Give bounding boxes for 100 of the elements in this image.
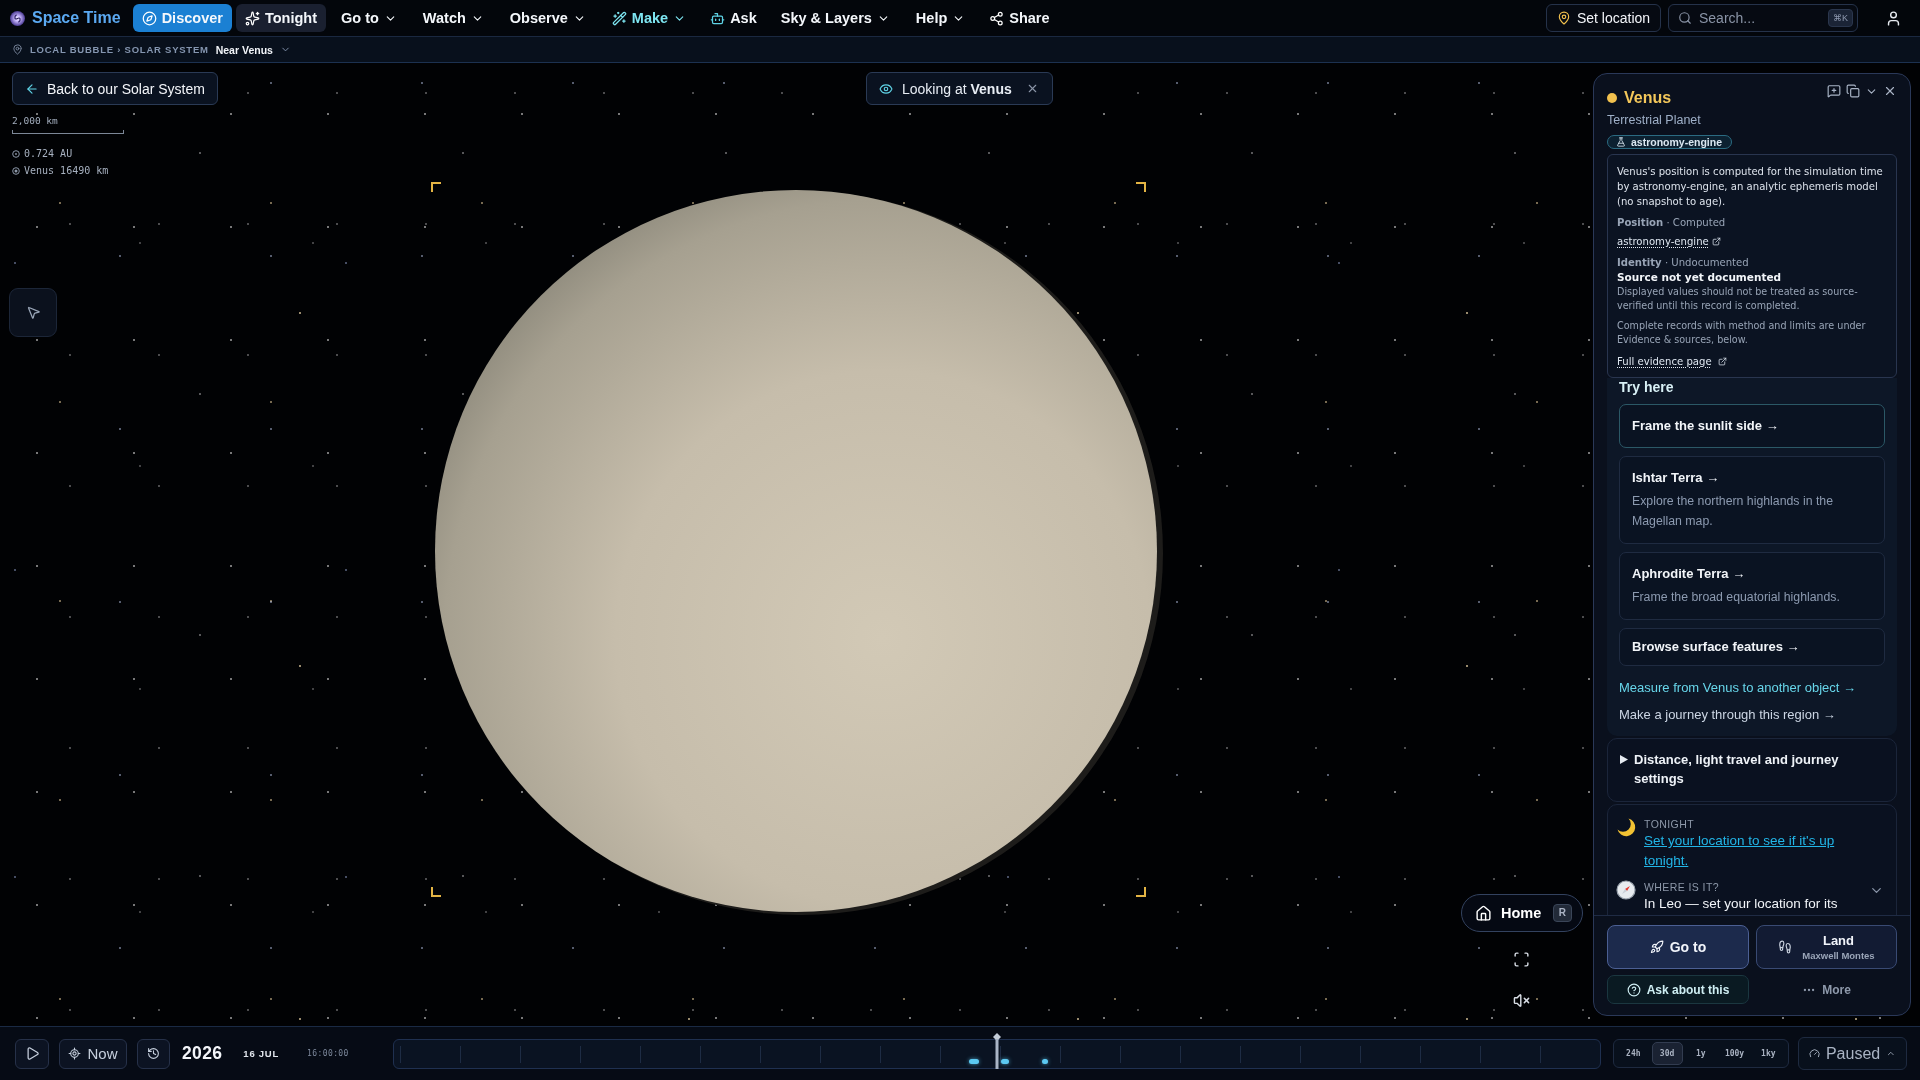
mute-icon[interactable] <box>1513 992 1530 1009</box>
land-button[interactable]: Land Maxwell Montes <box>1756 925 1897 969</box>
frame-corner-icon <box>431 887 441 897</box>
suggestion-card[interactable]: Frame the sunlit side → <box>1619 404 1885 448</box>
nav-item[interactable]: Observe <box>498 4 597 32</box>
eye-icon <box>879 81 893 96</box>
sun-symbol-icon <box>12 149 20 158</box>
nav-item[interactable]: Ask <box>701 4 766 32</box>
compass-icon <box>141 10 157 26</box>
shortcut-key: R <box>1552 904 1572 922</box>
breadcrumb-current[interactable]: Near Venus <box>215 43 273 56</box>
evidence-record-heading: Identity · Undocumented <box>1617 256 1750 270</box>
object-type: Terrestrial Planet <box>1607 112 1702 128</box>
evidence-summary: Venus's position is computed for the simulation time by astronomy-engine, an analytic ephemeris model (no snapshot to age). <box>1617 165 1884 209</box>
settings-disclosure[interactable]: Distance, light travel and journey settings <box>1607 738 1897 802</box>
nav-item[interactable]: Help <box>904 4 977 32</box>
range-button[interactable]: 30d <box>1651 1042 1683 1065</box>
history-icon <box>147 1047 160 1060</box>
location-link[interactable]: Set your location to see if it's up tonight. <box>1644 831 1856 870</box>
suggestion-card[interactable]: Browse surface features → <box>1619 628 1885 666</box>
close-icon[interactable] <box>1883 84 1897 98</box>
search-icon <box>1678 11 1692 25</box>
frame-corner-icon <box>1136 887 1146 897</box>
back-button[interactable]: Back to our Solar System <box>12 72 218 105</box>
scale-label: 2,000 km <box>12 115 58 127</box>
suggestion-card[interactable]: Ishtar Terra → Explore the northern highlands in the Magellan map. <box>1619 456 1885 544</box>
compass-icon <box>1616 880 1636 900</box>
rocket-icon <box>1649 940 1664 954</box>
frame-corner-icon <box>1136 182 1146 192</box>
event-marker-icon <box>1000 1058 1009 1064</box>
robot-icon <box>710 10 726 26</box>
frame-corner-icon <box>431 182 441 192</box>
evidence-record-heading: Position · Computed <box>1617 216 1727 230</box>
action-link[interactable]: Make a journey through this region → <box>1619 705 1885 725</box>
add-comment-icon[interactable] <box>1827 84 1841 98</box>
playhead-handle[interactable] <box>992 1032 1001 1069</box>
house-icon <box>1475 904 1492 922</box>
external-link-icon <box>1711 237 1721 246</box>
sparkles-icon <box>244 10 260 26</box>
external-link-icon <box>1717 357 1727 366</box>
nav-item[interactable]: Share <box>980 4 1059 32</box>
magic-wand-icon <box>611 10 627 26</box>
breadcrumb-path[interactable]: LOCAL BUBBLE › SOLAR SYSTEM <box>30 44 209 55</box>
date-label: 16 JUL <box>243 1048 280 1059</box>
evidence-page-link[interactable]: Full evidence page <box>1617 354 1727 369</box>
nav-item[interactable]: Sky & Layers <box>769 4 901 32</box>
ask-button[interactable]: Ask about this <box>1607 975 1749 1004</box>
range-button[interactable]: 1y <box>1685 1042 1717 1065</box>
more-button[interactable]: More <box>1756 975 1897 1004</box>
range-button[interactable]: 1ky <box>1752 1042 1784 1065</box>
play-button[interactable] <box>15 1038 49 1069</box>
map-pin-icon <box>1556 11 1571 25</box>
source-badge: astronomy-engine <box>1607 135 1732 149</box>
nav-item[interactable]: Make <box>600 4 698 32</box>
evidence-headline: Source not yet documented <box>1617 270 1783 285</box>
nav-item[interactable]: Go to <box>330 4 408 32</box>
event-marker-icon <box>1041 1058 1048 1064</box>
set-location-button[interactable]: Set location <box>1546 4 1661 32</box>
target-symbol-icon <box>12 166 20 175</box>
location-pin-icon <box>12 44 23 55</box>
nav-item[interactable]: Tonight <box>235 4 326 32</box>
home-button[interactable]: Home R <box>1461 894 1583 932</box>
pointer-icon <box>25 305 41 320</box>
play-icon <box>24 1046 40 1061</box>
speed-button[interactable]: Paused <box>1797 1037 1907 1070</box>
nav-item[interactable]: Discover <box>132 4 232 32</box>
range-button[interactable]: 100y <box>1719 1042 1751 1065</box>
distance-readout: 0.724 AU <box>24 148 73 159</box>
copy-icon[interactable] <box>1846 84 1860 98</box>
source-link[interactable]: astronomy-engine <box>1617 234 1721 249</box>
range-button[interactable]: 24h <box>1617 1042 1649 1065</box>
question-icon <box>1626 982 1641 997</box>
fullscreen-icon[interactable] <box>1513 951 1530 968</box>
footprints-icon <box>1778 940 1793 954</box>
go-to-button[interactable]: Go to <box>1607 925 1749 969</box>
fact-text: In Leo — set your location for its <box>1644 895 1839 913</box>
evidence-note: Displayed values should not be treated as source-verified until this record is completed. <box>1617 285 1859 313</box>
action-link[interactable]: Measure from Venus to another object → <box>1619 678 1885 698</box>
evidence-footnote: Complete records with method and limits are under Evidence & sources, below. <box>1617 319 1867 346</box>
object-name: Venus <box>1624 89 1672 107</box>
event-marker-icon <box>968 1058 979 1064</box>
crosshair-icon <box>68 1047 82 1060</box>
fact-label: WHERE IS IT? <box>1644 880 1721 894</box>
time-label: 16:00:00 <box>307 1049 349 1058</box>
user-icon[interactable] <box>1885 9 1902 27</box>
distance-readout: Venus 16490 km <box>24 165 109 176</box>
fact-label: TONIGHT <box>1644 817 1695 831</box>
year-label: 2026 <box>182 1043 223 1064</box>
suggestion-card[interactable]: Aphrodite Terra → Frame the broad equatorial highlands. <box>1619 552 1885 620</box>
share-icon <box>989 10 1005 26</box>
focus-label: Looking at Venus <box>902 80 1012 97</box>
crescent-moon-icon <box>1616 817 1636 837</box>
history-button[interactable] <box>137 1038 170 1069</box>
now-button[interactable]: Now <box>59 1038 127 1069</box>
shortcut-key: ⌘K <box>1828 9 1853 27</box>
section-heading: Try here <box>1619 378 1675 396</box>
galaxy-logo-icon <box>10 10 25 26</box>
nav-item[interactable]: Watch <box>411 4 495 32</box>
flask-icon <box>1616 137 1626 147</box>
app-title: Space Time <box>32 9 121 27</box>
